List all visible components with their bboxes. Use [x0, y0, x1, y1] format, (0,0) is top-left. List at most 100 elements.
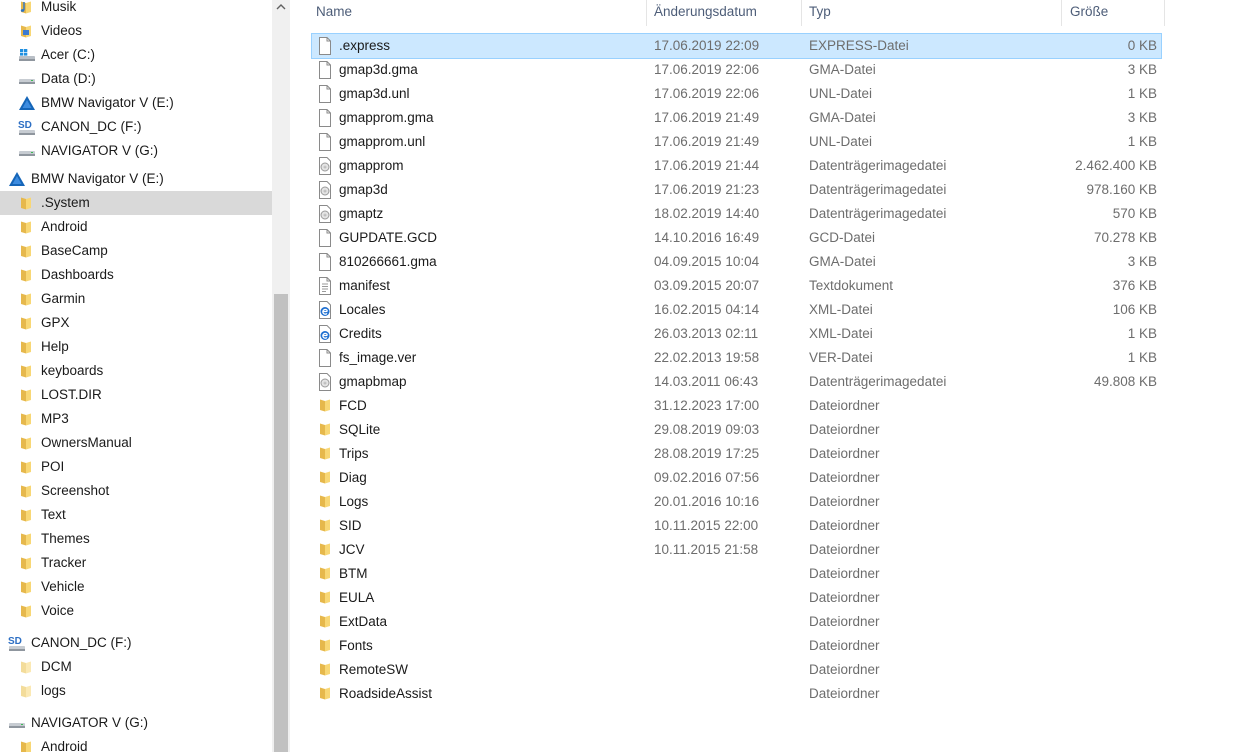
file-row[interactable]: gmapbmap 14.03.2011 06:43 Datenträgerimage…: [312, 370, 1161, 394]
file-size: 2.462.400 KB: [1075, 158, 1157, 173]
file-modified-date: 04.09.2015 10:04: [654, 254, 760, 269]
column-separator[interactable]: [1061, 0, 1062, 26]
file-row[interactable]: Trips 28.08.2019 17:25 Dateiordner: [312, 442, 1161, 466]
nav-item[interactable]: Android: [0, 215, 272, 239]
file-row[interactable]: gmapprom 17.06.2019 21:44 Datenträgerimage…: [312, 154, 1161, 178]
edge-xml-icon: [317, 301, 333, 319]
nav-item[interactable]: Help: [0, 335, 272, 359]
file-row[interactable]: 810266661.gma 04.09.2015 10:04 GMA-Datei 3 …: [312, 250, 1161, 274]
nav-item[interactable]: Garmin: [0, 287, 272, 311]
scroll-up-arrow-icon[interactable]: [276, 2, 286, 12]
nav-item[interactable]: Voice: [0, 599, 272, 623]
nav-item[interactable]: Acer (C:): [0, 43, 272, 67]
file-row[interactable]: ExtData Dateiordner: [312, 610, 1161, 634]
file-list: Name Änderungsdatum Typ Größe .express 17…: [291, 0, 1246, 752]
file-row[interactable]: gmapprom.gma 17.06.2019 21:49 GMA-Datei 3 K…: [312, 106, 1161, 130]
file-icon: [317, 133, 333, 151]
file-row[interactable]: Locales 16.02.2015 04:14 XML-Datei 106 KB: [312, 298, 1161, 322]
nav-item[interactable]: LOST.DIR: [0, 383, 272, 407]
folder-icon: [317, 421, 333, 439]
file-size: 1 KB: [1127, 350, 1157, 365]
nav-item[interactable]: SD CANON_DC (F:): [0, 631, 272, 655]
file-type: Dateiordner: [809, 614, 880, 629]
navigation-scrollbar[interactable]: [272, 0, 290, 752]
nav-item-label: Data (D:): [41, 71, 96, 86]
nav-item[interactable]: Tracker: [0, 551, 272, 575]
file-name: Fonts: [339, 638, 373, 653]
file-icon: [317, 61, 333, 79]
nav-item[interactable]: .System: [0, 191, 272, 215]
file-row[interactable]: gmapprom.unl 17.06.2019 21:49 UNL-Datei 1 K…: [312, 130, 1161, 154]
file-name: gmapbmap: [339, 374, 407, 389]
file-row[interactable]: manifest 03.09.2015 20:07 Textdokument 376 …: [312, 274, 1161, 298]
nav-item-label: MP3: [41, 411, 69, 426]
file-row[interactable]: gmaptz 18.02.2019 14:40 Datenträgerimageda…: [312, 202, 1161, 226]
file-row[interactable]: JCV 10.11.2015 21:58 Dateiordner: [312, 538, 1161, 562]
nav-item[interactable]: Musik: [0, 0, 272, 19]
nav-item[interactable]: keyboards: [0, 359, 272, 383]
nav-item[interactable]: Screenshot: [0, 479, 272, 503]
nav-item[interactable]: logs: [0, 679, 272, 703]
column-header-name[interactable]: Name: [316, 0, 352, 26]
nav-item[interactable]: OwnersManual: [0, 431, 272, 455]
nav-item[interactable]: Data (D:): [0, 67, 272, 91]
folder-icon: [317, 541, 333, 559]
file-name: manifest: [339, 278, 391, 293]
nav-item-label: Voice: [41, 603, 75, 618]
scrollbar-thumb[interactable]: [274, 294, 288, 752]
folder-icon: [317, 685, 333, 703]
nav-item[interactable]: Videos: [0, 19, 272, 43]
file-name: 810266661.gma: [339, 254, 437, 269]
file-modified-date: 17.06.2019 22:06: [654, 86, 760, 101]
nav-item[interactable]: BaseCamp: [0, 239, 272, 263]
nav-item[interactable]: POI: [0, 455, 272, 479]
folder-icon: [317, 445, 333, 463]
column-header-size[interactable]: Größe: [1070, 0, 1108, 26]
file-row[interactable]: Credits 26.03.2013 02:11 XML-Datei 1 KB: [312, 322, 1161, 346]
file-row[interactable]: FCD 31.12.2023 17:00 Dateiordner: [312, 394, 1161, 418]
file-row[interactable]: RoadsideAssist Dateiordner: [312, 682, 1161, 706]
column-separator[interactable]: [1164, 0, 1165, 26]
file-row[interactable]: BTM Dateiordner: [312, 562, 1161, 586]
column-header-type[interactable]: Typ: [809, 0, 831, 26]
file-row[interactable]: Diag 09.02.2016 07:56 Dateiordner: [312, 466, 1161, 490]
file-row[interactable]: RemoteSW Dateiordner: [312, 658, 1161, 682]
file-row[interactable]: SID 10.11.2015 22:00 Dateiordner: [312, 514, 1161, 538]
nav-item[interactable]: Android: [0, 735, 272, 752]
nav-item[interactable]: GPX: [0, 311, 272, 335]
nav-item[interactable]: NAVIGATOR V (G:): [0, 139, 272, 163]
nav-item[interactable]: MP3: [0, 407, 272, 431]
nav-item[interactable]: SD CANON_DC (F:): [0, 115, 272, 139]
column-separator[interactable]: [801, 0, 802, 26]
nav-item[interactable]: Dashboards: [0, 263, 272, 287]
folder-icon: [317, 469, 333, 487]
file-type: VER-Datei: [809, 350, 873, 365]
file-modified-date: 10.11.2015 21:58: [654, 542, 759, 557]
nav-item[interactable]: Text: [0, 503, 272, 527]
nav-item[interactable]: BMW Navigator V (E:): [0, 91, 272, 115]
file-type: Dateiordner: [809, 662, 880, 677]
file-row[interactable]: .express 17.06.2019 22:09 EXPRESS-Datei 0 K…: [311, 33, 1162, 59]
file-row[interactable]: gmap3d.gma 17.06.2019 22:06 GMA-Datei 3 KB: [312, 58, 1161, 82]
file-row[interactable]: gmap3d 17.06.2019 21:23 Datenträgerimageda…: [312, 178, 1161, 202]
column-header-date[interactable]: Änderungsdatum: [654, 0, 757, 26]
nav-item-label: CANON_DC (F:): [31, 635, 132, 650]
nav-item[interactable]: Themes: [0, 527, 272, 551]
folder-light-icon: [18, 679, 38, 707]
file-row[interactable]: GUPDATE.GCD 14.10.2016 16:49 GCD-Datei 70.2…: [312, 226, 1161, 250]
nav-item[interactable]: Vehicle: [0, 575, 272, 599]
file-type: Dateiordner: [809, 470, 880, 485]
file-row[interactable]: SQLite 29.08.2019 09:03 Dateiordner: [312, 418, 1161, 442]
nav-item[interactable]: DCM: [0, 655, 272, 679]
column-separator[interactable]: [646, 0, 647, 26]
file-row[interactable]: fs_image.ver 22.02.2013 19:58 VER-Datei 1 K…: [312, 346, 1161, 370]
file-name: BTM: [339, 566, 368, 581]
file-row[interactable]: EULA Dateiordner: [312, 586, 1161, 610]
file-row[interactable]: gmap3d.unl 17.06.2019 22:06 UNL-Datei 1 KB: [312, 82, 1161, 106]
file-icon: [317, 253, 333, 271]
nav-item[interactable]: BMW Navigator V (E:): [0, 167, 272, 191]
nav-item[interactable]: NAVIGATOR V (G:): [0, 711, 272, 735]
file-row[interactable]: Logs 20.01.2016 10:16 Dateiordner: [312, 490, 1161, 514]
file-row[interactable]: Fonts Dateiordner: [312, 634, 1161, 658]
file-name: Credits: [339, 326, 382, 341]
